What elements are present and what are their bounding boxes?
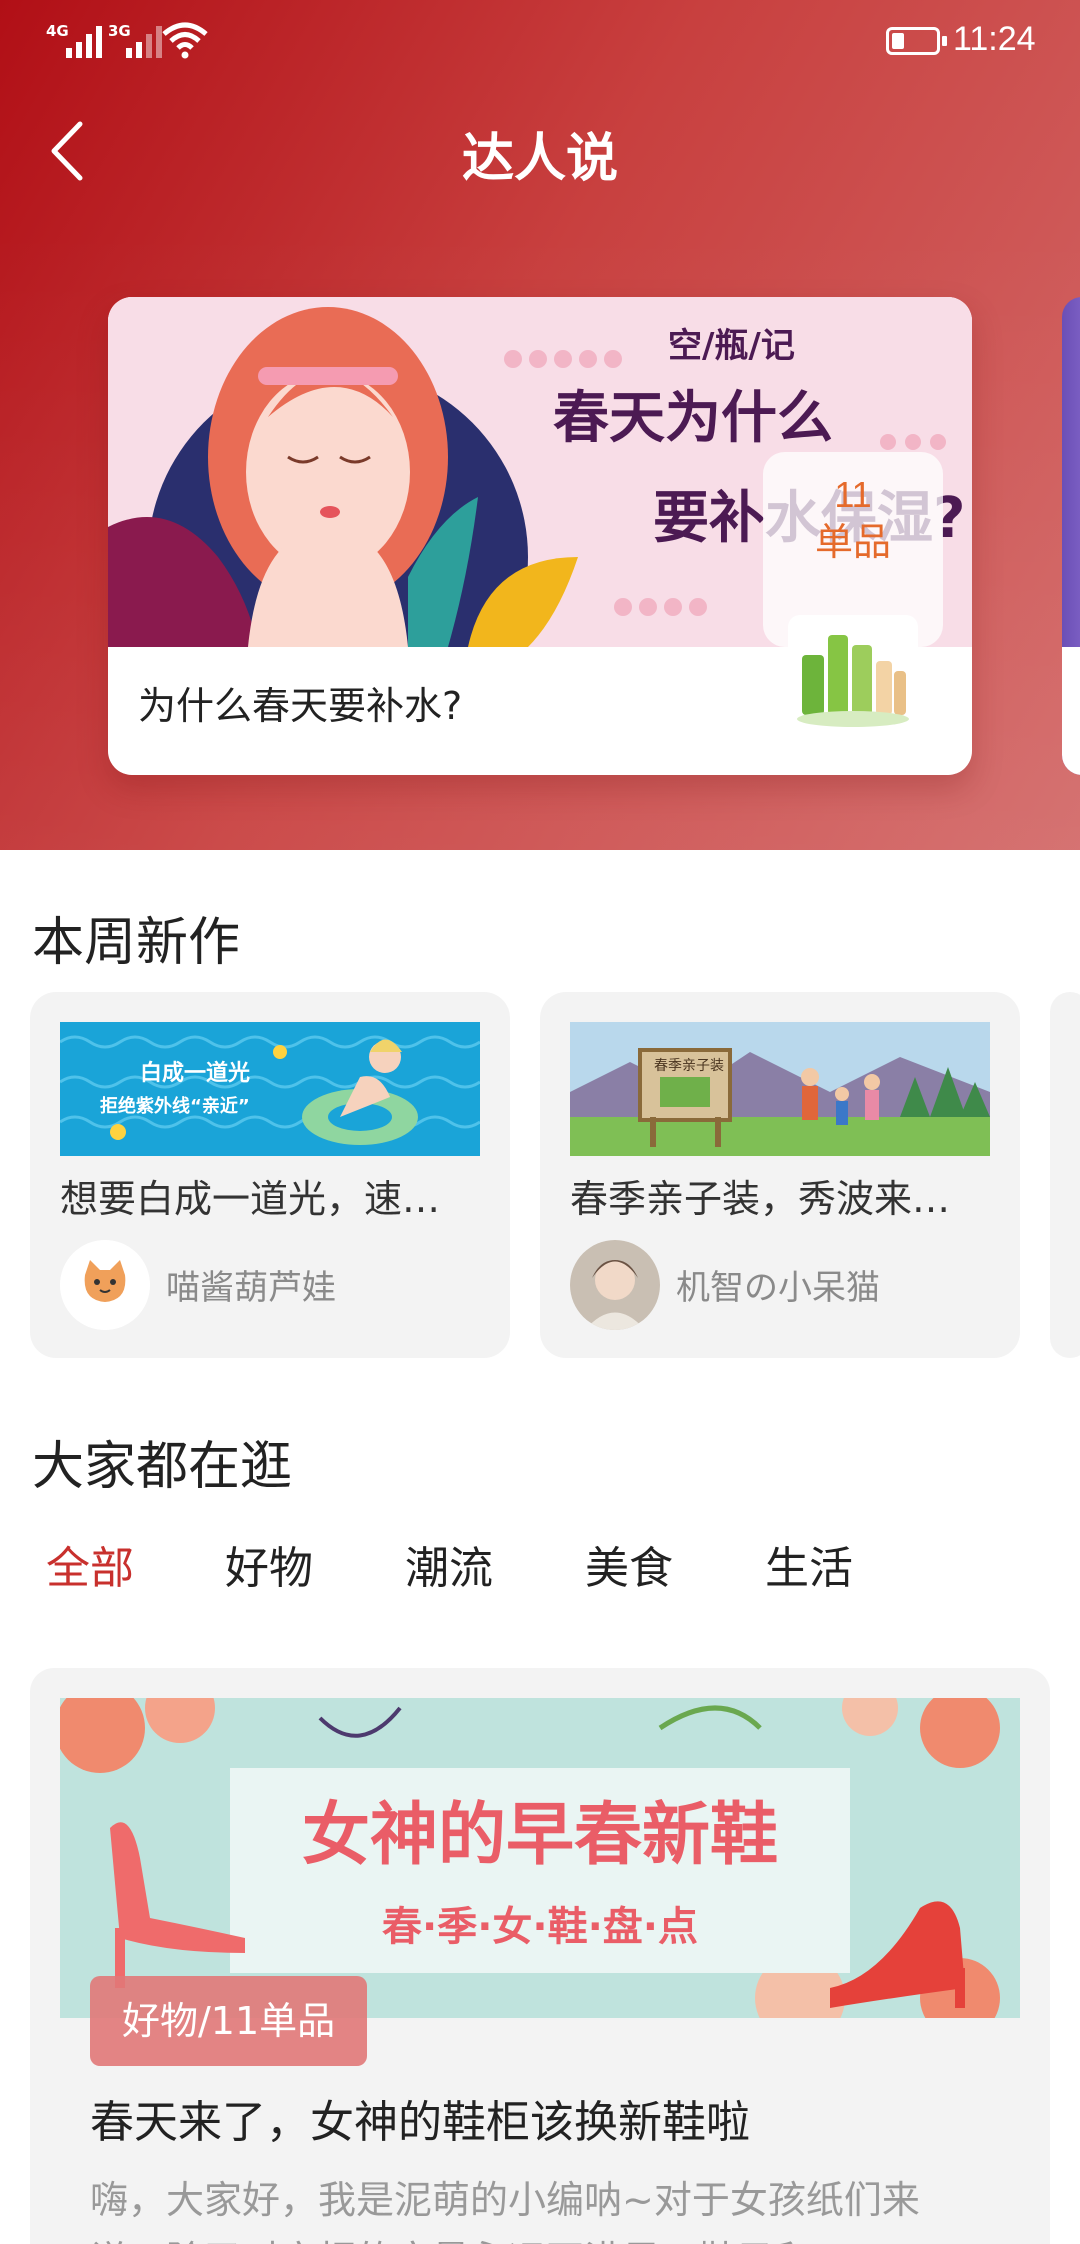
tab-food[interactable]: 美食 bbox=[585, 1532, 673, 1596]
section-title-weekly: 本周新作 bbox=[32, 913, 241, 973]
signal-icon-2 bbox=[126, 22, 162, 58]
clock: 11:24 bbox=[953, 20, 1036, 58]
featured-banner-line1: 春天为什么 bbox=[553, 386, 833, 451]
feed-card-image: 女神的早春新鞋 春·季·女·鞋·盘·点 bbox=[60, 1698, 1020, 2018]
feed-banner-title: 女神的早春新鞋 bbox=[302, 1796, 778, 1875]
weekly-card[interactable]: 春季亲子装 春季亲子装，秀波来… 机智の小呆猫 bbox=[540, 992, 1020, 1358]
tab-all[interactable]: 全部 bbox=[46, 1532, 134, 1596]
section-title-browse: 大家都在逛 bbox=[32, 1437, 293, 1497]
feed-banner-subtitle: 春·季·女·鞋·盘·点 bbox=[382, 1904, 698, 1950]
battery-icon bbox=[886, 27, 947, 55]
page-title: 达人说 bbox=[461, 129, 618, 189]
tab-trend[interactable]: 潮流 bbox=[405, 1532, 493, 1596]
weekly-card-title: 春季亲子装，秀波来… bbox=[570, 1177, 951, 1221]
featured-count-unit: 单品 bbox=[815, 520, 891, 564]
next-featured-card-peek[interactable] bbox=[1062, 297, 1080, 775]
weekly-banner-line1: 白成一道光 bbox=[140, 1060, 250, 1086]
feed-card-description: 嗨，大家好，我是泥萌的小编呐~对于女孩纸们来说，除了对衣柜的容量永远不满足，鞋子… bbox=[90, 2178, 920, 2244]
category-tabs: 全部 好物 潮流 美食 生活 bbox=[0, 1532, 1080, 1602]
featured-illustration: 空/瓶/记 春天为什么 要补水保湿? 11 单品 bbox=[108, 297, 972, 647]
product-bottles-image bbox=[788, 615, 918, 735]
weekly-card-image: 春季亲子装 bbox=[570, 1022, 990, 1156]
weekly-card-image: 白成一道光 拒绝紫外线“亲近” bbox=[60, 1022, 480, 1156]
feed-card-title: 春天来了，女神的鞋柜该换新鞋啦 bbox=[90, 2097, 750, 2148]
tab-goods[interactable]: 好物 bbox=[225, 1532, 313, 1596]
featured-caption: 为什么春天要补水? bbox=[138, 684, 463, 728]
hero-header: 4G 3G 11:24 达人说 空/瓶/记 春天为什么 11 单品 为什么春天要… bbox=[0, 0, 1080, 850]
weekly-card-title: 想要白成一道光，速… bbox=[60, 1177, 441, 1221]
weekly-banner-line2: 拒绝紫外线“亲近” bbox=[100, 1095, 250, 1117]
tab-life[interactable]: 生活 bbox=[765, 1532, 853, 1596]
featured-count: 11 bbox=[834, 474, 871, 515]
weekly-card[interactable]: 白成一道光 拒绝紫外线“亲近” 想要白成一道光，速… 喵酱葫芦娃 bbox=[30, 992, 510, 1358]
wifi-icon bbox=[162, 22, 208, 59]
feed-category-badge: 好物/11单品 bbox=[90, 1976, 368, 2066]
feed-card[interactable]: 女神的早春新鞋 春·季·女·鞋·盘·点 好物/11单品 春天来了，女神的鞋柜该换… bbox=[30, 1668, 1050, 2244]
avatar[interactable] bbox=[60, 1240, 150, 1330]
weekly-banner-sign: 春季亲子装 bbox=[654, 1058, 724, 1074]
weekly-card-author: 机智の小呆猫 bbox=[676, 1268, 880, 1308]
signal-icon-1 bbox=[66, 22, 102, 58]
weekly-card-author: 喵酱葫芦娃 bbox=[166, 1268, 336, 1308]
featured-banner-image: 空/瓶/记 春天为什么 要补水保湿? 11 单品 bbox=[108, 297, 972, 647]
featured-card[interactable]: 空/瓶/记 春天为什么 要补水保湿? 11 单品 为什么春天要补水? bbox=[108, 297, 972, 775]
avatar[interactable] bbox=[570, 1240, 660, 1330]
featured-banner-tag: 空/瓶/记 bbox=[668, 326, 795, 366]
weekly-card-peek[interactable] bbox=[1050, 992, 1080, 1358]
status-bar: 4G 3G 11:24 bbox=[0, 0, 1080, 84]
